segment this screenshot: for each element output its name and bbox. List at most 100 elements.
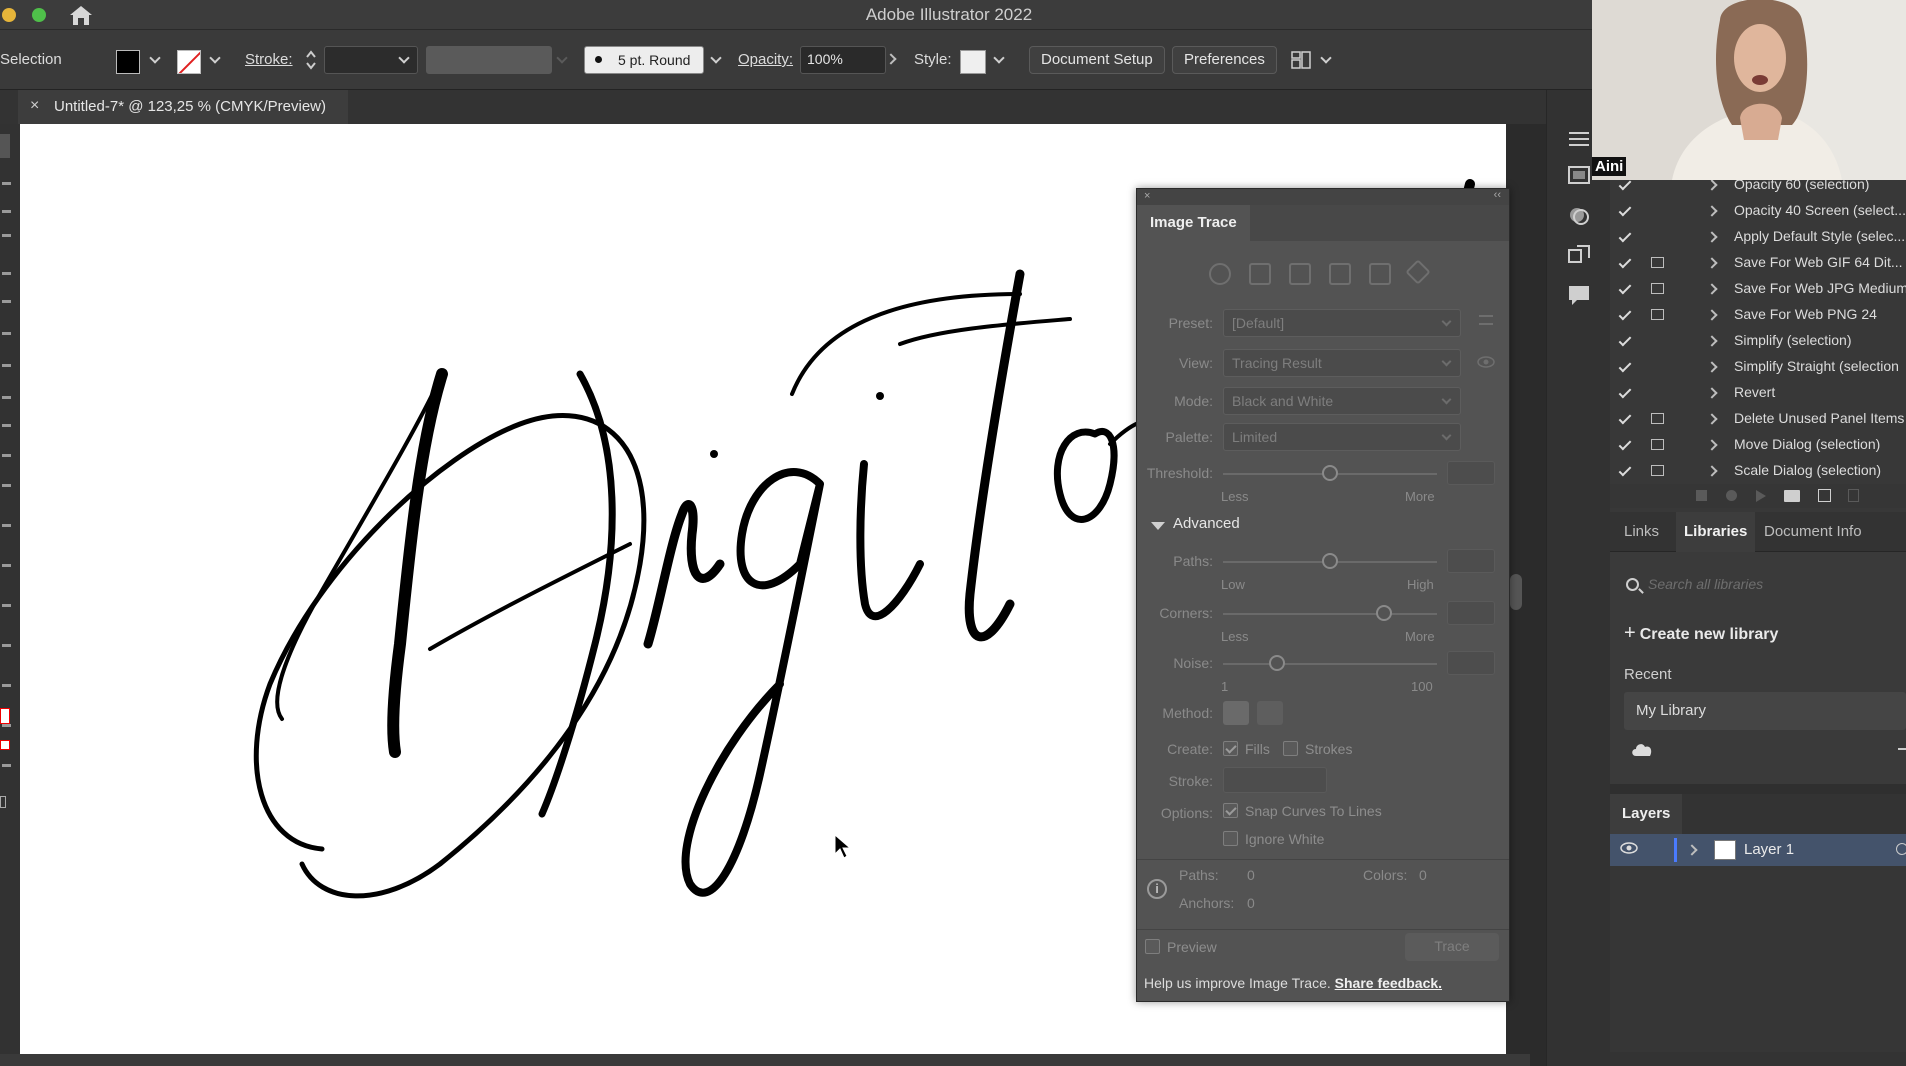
checkmark-icon[interactable] [1618, 255, 1632, 269]
line-tool-icon[interactable] [2, 364, 11, 367]
checkmark-icon[interactable] [1618, 333, 1632, 347]
threshold-slider-knob[interactable] [1322, 465, 1338, 481]
stroke-label[interactable]: Stroke: [245, 51, 293, 68]
variable-width-profile-field[interactable] [426, 46, 552, 74]
checkmark-icon[interactable] [1618, 307, 1632, 321]
selection-tool-icon[interactable] [0, 134, 10, 158]
strokes-checkbox[interactable] [1283, 741, 1298, 756]
eraser-tool-icon[interactable] [2, 484, 11, 487]
dialog-toggle-icon[interactable] [1651, 257, 1664, 268]
opacity-arrow-icon[interactable] [885, 53, 897, 65]
expand-chevron-icon[interactable] [1706, 465, 1718, 477]
style-chevron-icon[interactable] [993, 52, 1005, 64]
paths-value-field[interactable] [1447, 549, 1495, 573]
grayscale-preset-icon[interactable] [1329, 263, 1351, 285]
preview-checkbox[interactable] [1145, 939, 1160, 954]
dialog-toggle-icon[interactable] [1651, 309, 1664, 320]
arrange-chevron-icon[interactable] [1320, 52, 1332, 64]
checkmark-icon[interactable] [1618, 281, 1632, 295]
blend-tool-icon[interactable] [2, 764, 11, 767]
action-row[interactable]: Save For Web GIF 64 Dit... [1610, 250, 1906, 276]
panel-collapse-icon[interactable]: ‹‹ [1494, 189, 1501, 201]
brush-field[interactable]: 5 pt. Round [584, 46, 704, 74]
outline-preset-icon[interactable] [1405, 259, 1431, 285]
swap-fill-stroke-icon[interactable] [0, 740, 10, 750]
noise-slider[interactable] [1223, 663, 1437, 665]
dialog-toggle-icon[interactable] [1651, 413, 1664, 424]
low-color-preset-icon[interactable] [1289, 263, 1311, 285]
dialog-toggle-icon[interactable] [1651, 283, 1664, 294]
preset-menu-icon[interactable] [1479, 315, 1493, 325]
type-tool-icon[interactable] [2, 332, 11, 335]
noise-slider-knob[interactable] [1268, 655, 1285, 671]
library-item[interactable]: My Library [1624, 692, 1906, 730]
screen-mode-icon[interactable] [0, 796, 6, 808]
tab-links[interactable]: Links [1616, 512, 1667, 552]
expand-chevron-icon[interactable] [1706, 283, 1718, 295]
dialog-toggle-icon[interactable] [1651, 465, 1664, 476]
image-trace-tab[interactable]: Image Trace [1137, 205, 1250, 241]
checkmark-icon[interactable] [1618, 411, 1632, 425]
expand-chevron-icon[interactable] [1706, 413, 1718, 425]
curvature-tool-icon[interactable] [2, 300, 11, 303]
expand-chevron-icon[interactable] [1706, 179, 1718, 191]
expand-chevron-icon[interactable] [1706, 361, 1718, 373]
shape-builder-tool-icon[interactable] [2, 644, 11, 647]
dialog-toggle-icon[interactable] [1651, 439, 1664, 450]
paths-slider-knob[interactable] [1322, 553, 1338, 569]
layer-row[interactable]: Layer 1 [1610, 834, 1906, 866]
rotate-tool-icon[interactable] [2, 524, 11, 527]
threshold-value-field[interactable] [1447, 461, 1495, 485]
action-row[interactable]: Delete Unused Panel Items [1610, 406, 1906, 432]
layer-name[interactable]: Layer 1 [1744, 841, 1794, 858]
checkmark-icon[interactable] [1618, 385, 1632, 399]
brush-chevron-icon[interactable] [710, 52, 722, 64]
gradient-tool-icon[interactable] [2, 684, 11, 687]
delete-icon[interactable] [1848, 489, 1859, 502]
black-white-preset-icon[interactable] [1369, 263, 1391, 285]
action-row[interactable]: Simplify (selection) [1610, 328, 1906, 354]
expand-chevron-icon[interactable] [1706, 309, 1718, 321]
search-libraries-input[interactable] [1648, 570, 1898, 598]
play-icon[interactable] [1756, 490, 1766, 502]
visibility-eye-icon[interactable] [1620, 842, 1638, 854]
direct-selection-tool-icon[interactable] [2, 182, 11, 185]
scrollbar-thumb[interactable] [1510, 574, 1522, 610]
gradient-panel-icon[interactable] [1565, 162, 1593, 188]
lasso-tool-icon[interactable] [2, 234, 11, 237]
stroke-swatch[interactable] [177, 50, 201, 74]
trace-button[interactable]: Trace [1405, 933, 1499, 961]
action-row[interactable]: Revert [1610, 380, 1906, 406]
transform-icon[interactable] [1565, 242, 1593, 268]
create-library-button[interactable]: + Create new library [1624, 622, 1778, 645]
pencil-tool-icon[interactable] [2, 454, 11, 457]
fills-checkbox[interactable] [1223, 741, 1238, 756]
checkmark-icon[interactable] [1618, 437, 1632, 451]
checkmark-icon[interactable] [1618, 203, 1632, 217]
action-row[interactable]: Save For Web JPG Medium [1610, 276, 1906, 302]
record-icon[interactable] [1726, 490, 1737, 501]
overlapping-method-icon[interactable] [1257, 701, 1283, 725]
abutting-method-icon[interactable] [1223, 701, 1249, 725]
checkmark-icon[interactable] [1618, 229, 1632, 243]
stroke-dropdown-chevron-icon[interactable] [209, 52, 221, 64]
expand-chevron-icon[interactable] [1706, 439, 1718, 451]
rectangle-tool-icon[interactable] [2, 396, 11, 399]
scale-tool-icon[interactable] [2, 564, 11, 567]
panel-title-bar[interactable]: × ‹‹ [1137, 189, 1509, 205]
action-row[interactable]: Save For Web PNG 24 [1610, 302, 1906, 328]
new-set-folder-icon[interactable] [1784, 490, 1800, 502]
mode-select[interactable]: Black and White [1223, 387, 1461, 415]
paintbrush-tool-icon[interactable] [2, 424, 11, 427]
panel-close-icon[interactable]: × [1144, 190, 1150, 202]
corners-value-field[interactable] [1447, 601, 1495, 625]
checkmark-icon[interactable] [1618, 463, 1632, 477]
document-tab[interactable]: × Untitled-7* @ 123,25 % (CMYK/Preview) [18, 90, 348, 124]
tab-libraries[interactable]: Libraries [1676, 512, 1756, 552]
pen-tool-icon[interactable] [2, 272, 11, 275]
action-row[interactable]: Move Dialog (selection) [1610, 432, 1906, 458]
view-select[interactable]: Tracing Result [1223, 349, 1461, 377]
width-tool-icon[interactable] [2, 604, 11, 607]
action-row[interactable]: Simplify Straight (selection [1610, 354, 1906, 380]
arrange-documents-icon[interactable] [1290, 49, 1312, 71]
